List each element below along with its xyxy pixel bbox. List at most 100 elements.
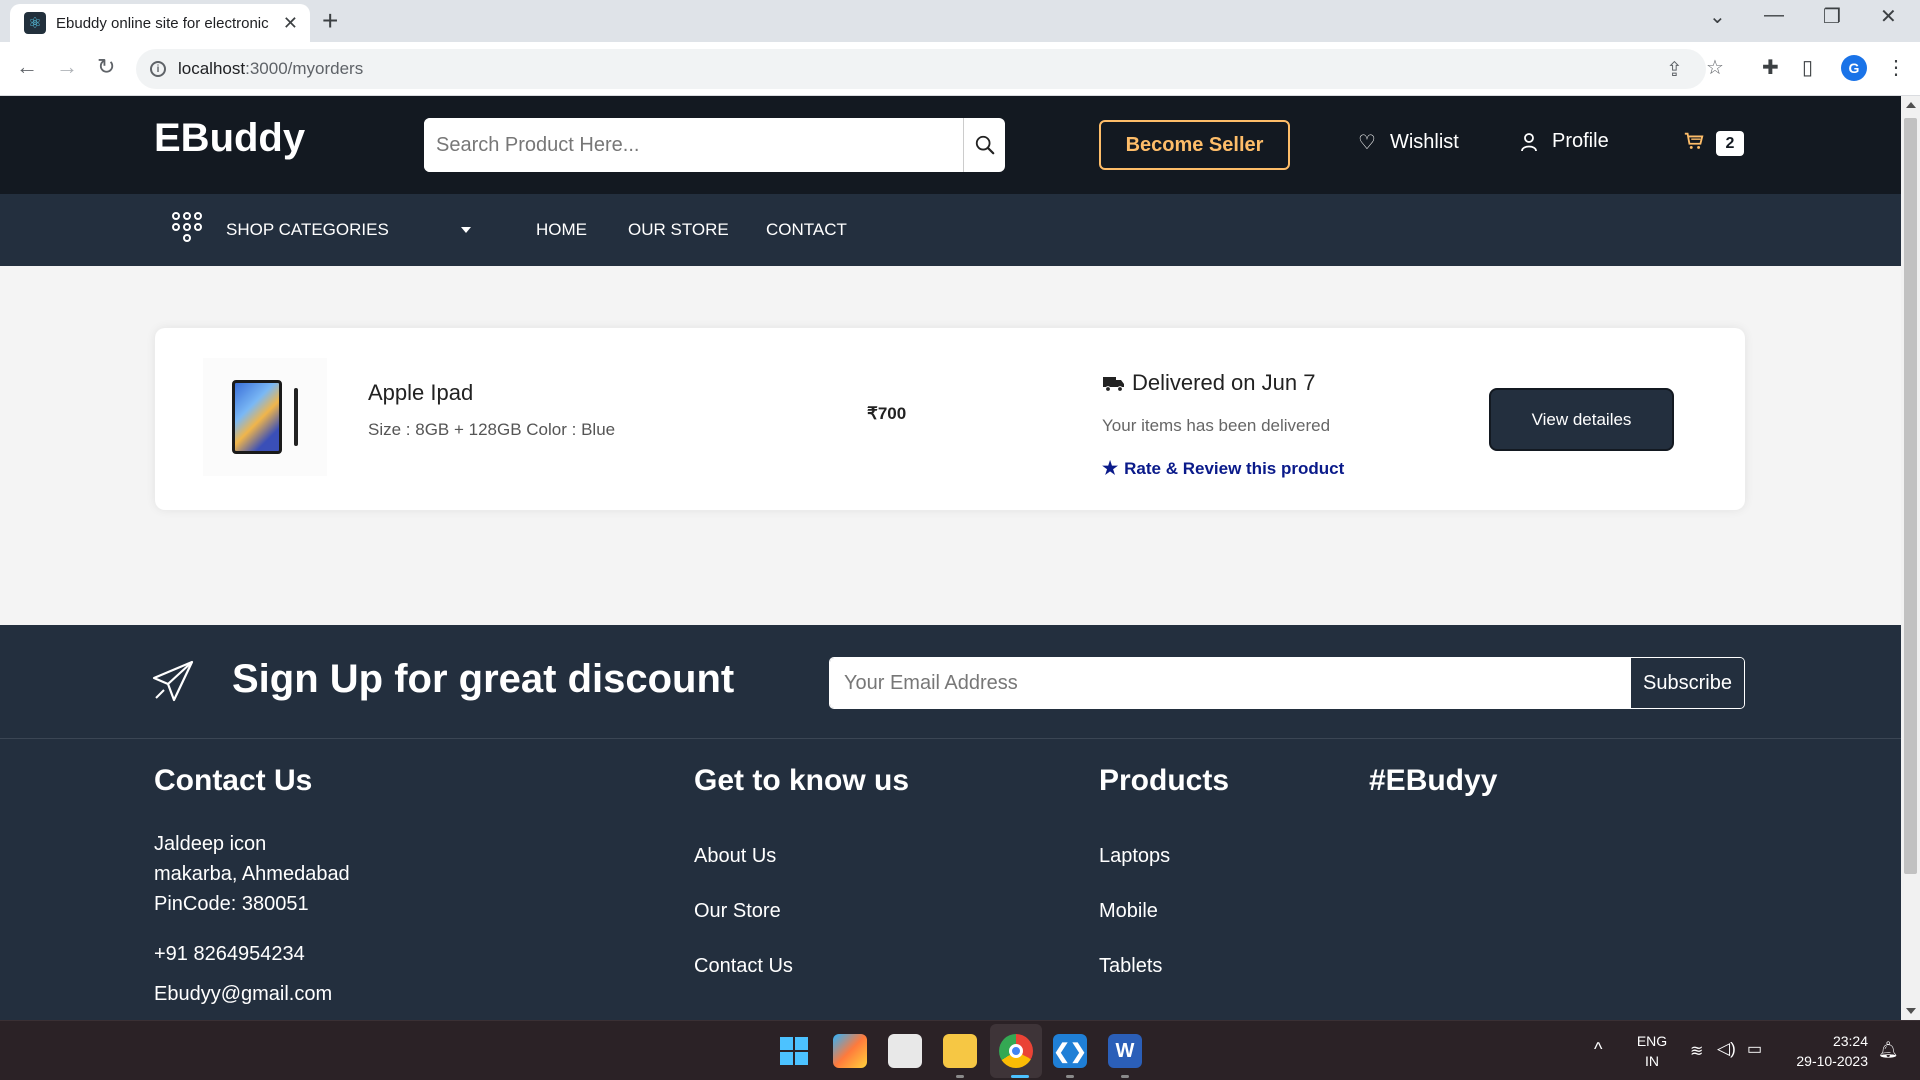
notification-bell-icon[interactable]: 🔔︎ xyxy=(1878,1040,1898,1060)
lang-line-2: IN xyxy=(1645,1053,1659,1069)
email-input[interactable] xyxy=(830,658,1630,708)
url-host: localhost xyxy=(178,59,246,78)
categories-grid-icon[interactable] xyxy=(172,212,204,248)
delivery-title: Delivered on Jun 7 xyxy=(1132,370,1316,395)
nav-link-our-store[interactable]: OUR STORE xyxy=(628,220,729,240)
restore-icon[interactable]: ❐ xyxy=(1823,4,1841,29)
close-tab-icon[interactable]: ✕ xyxy=(283,13,298,34)
user-icon xyxy=(1521,132,1537,151)
task-view-icon[interactable] xyxy=(888,1034,922,1068)
tab-title: Ebuddy online site for electronic xyxy=(56,14,269,32)
reload-icon[interactable]: ↻ xyxy=(97,54,115,80)
extensions-icon[interactable]: ✚ xyxy=(1762,55,1779,80)
scroll-up-icon[interactable] xyxy=(1906,102,1916,108)
shop-categories-dropdown[interactable]: SHOP CATEGORIES xyxy=(226,220,389,240)
minimize-icon[interactable]: — xyxy=(1764,4,1784,27)
battery-icon[interactable]: ▭ xyxy=(1747,1039,1762,1059)
nav-link-contact[interactable]: CONTACT xyxy=(766,220,847,240)
back-icon[interactable]: ← xyxy=(16,54,38,80)
order-card: Apple Ipad Size : 8GB + 128GB Color : Bl… xyxy=(155,328,1745,510)
react-favicon-icon: ⚛ xyxy=(24,12,46,34)
become-seller-button[interactable]: Become Seller xyxy=(1099,120,1290,170)
clock-time: 23:24 xyxy=(1832,1033,1868,1049)
phone-link[interactable]: +91 8264954234 xyxy=(154,939,305,969)
chrome-icon[interactable] xyxy=(999,1034,1033,1068)
profile-link[interactable]: Profile xyxy=(1520,130,1609,153)
footer-hashtag-heading: #EBudyy xyxy=(1369,764,1498,797)
chrome-running-indicator xyxy=(1011,1075,1029,1078)
close-window-icon[interactable]: ✕ xyxy=(1880,4,1897,29)
word-icon[interactable]: W xyxy=(1108,1034,1142,1068)
footer-link-mobile[interactable]: Mobile xyxy=(1099,900,1158,923)
star-icon: ★ xyxy=(1102,458,1119,478)
language-indicator[interactable]: ENG IN xyxy=(1636,1031,1668,1071)
cart-count-badge[interactable]: 2 xyxy=(1716,131,1744,156)
footer-link-our-store[interactable]: Our Store xyxy=(694,900,781,923)
tablet-image xyxy=(232,380,282,454)
side-panel-icon[interactable]: ▯ xyxy=(1802,55,1813,80)
newsletter-title: Sign Up for great discount xyxy=(232,657,735,701)
address-line-3: PinCode: 380051 xyxy=(154,893,309,915)
footer-know-us-heading: Get to know us xyxy=(694,764,910,797)
page-viewport: EBuddy Become Seller ♡ Wishlist Profile … xyxy=(0,96,1901,1020)
profile-avatar[interactable]: G xyxy=(1841,55,1867,81)
search-icon xyxy=(975,135,994,155)
page-scrollbar[interactable] xyxy=(1901,96,1920,1020)
site-info-icon[interactable]: i xyxy=(150,61,166,77)
scroll-down-icon[interactable] xyxy=(1906,1008,1916,1014)
copilot-icon[interactable] xyxy=(833,1034,867,1068)
footer-link-contact-us[interactable]: Contact Us xyxy=(694,955,793,978)
system-clock[interactable]: 23:24 29-10-2023 xyxy=(1786,1031,1868,1071)
address-bar[interactable]: i localhost:3000/myorders ⇪ ☆ xyxy=(136,49,1724,89)
lang-line-1: ENG xyxy=(1636,1033,1668,1049)
nav-link-home[interactable]: HOME xyxy=(536,220,587,240)
address-line-2: makarba, Ahmedabad xyxy=(154,863,350,885)
menu-kebab-icon[interactable]: ⋮ xyxy=(1886,55,1906,80)
truck-icon xyxy=(1103,377,1124,392)
site-footer: Contact Us Jaldeep icon makarba, Ahmedab… xyxy=(0,739,1901,1020)
browser-tab-strip: ⚛ Ebuddy online site for electronic ✕ + … xyxy=(0,0,1920,42)
stylus-image xyxy=(294,388,298,446)
newsletter-section: Sign Up for great discount Subscribe xyxy=(0,625,1901,739)
search-input[interactable] xyxy=(424,118,963,172)
vscode-icon[interactable]: ❮❯ xyxy=(1053,1034,1087,1068)
cart-icon[interactable] xyxy=(1683,130,1705,152)
volume-icon[interactable]: ◁) xyxy=(1717,1039,1736,1059)
footer-link-tablets[interactable]: Tablets xyxy=(1099,955,1162,978)
search-button[interactable] xyxy=(963,118,1005,172)
product-specs: Size : 8GB + 128GB Color : Blue xyxy=(368,420,616,439)
newsletter-form: Subscribe xyxy=(829,657,1745,709)
tab-search-icon[interactable]: ⌄ xyxy=(1709,4,1726,29)
product-price: ₹700 xyxy=(867,404,907,423)
search-bar xyxy=(424,118,1005,172)
heart-icon: ♡ xyxy=(1358,132,1376,154)
view-details-button[interactable]: View detailes xyxy=(1489,388,1674,451)
wishlist-link[interactable]: ♡ Wishlist xyxy=(1358,130,1459,155)
new-tab-icon[interactable]: + xyxy=(322,6,338,36)
product-image[interactable] xyxy=(203,358,327,476)
footer-link-about-us[interactable]: About Us xyxy=(694,845,776,868)
file-explorer-icon[interactable] xyxy=(943,1034,977,1068)
chevron-up-icon[interactable]: ^ xyxy=(1594,1039,1602,1060)
wifi-icon[interactable]: ≋ xyxy=(1690,1041,1703,1061)
profile-label: Profile xyxy=(1552,130,1609,152)
wishlist-label: Wishlist xyxy=(1389,131,1459,153)
bookmark-star-icon[interactable]: ☆ xyxy=(1706,55,1724,80)
delivery-status: Delivered on Jun 7 xyxy=(1102,370,1315,396)
browser-toolbar: ← → ↻ i localhost:3000/myorders ⇪ ☆ ✚ ▯ … xyxy=(0,42,1920,96)
rate-review-link[interactable]: ★ Rate & Review this product xyxy=(1102,458,1344,479)
footer-products-heading: Products xyxy=(1099,764,1230,797)
email-link[interactable]: Ebudyy@gmail.com xyxy=(154,979,332,1009)
share-icon[interactable]: ⇪ xyxy=(1666,57,1683,82)
subscribe-button[interactable]: Subscribe xyxy=(1630,658,1744,708)
rate-review-label: Rate & Review this product xyxy=(1124,458,1345,478)
browser-tab[interactable]: ⚛ Ebuddy online site for electronic ✕ xyxy=(10,4,310,42)
product-name[interactable]: Apple Ipad xyxy=(368,380,473,406)
windows-start-icon[interactable] xyxy=(777,1034,811,1068)
site-header: EBuddy Become Seller ♡ Wishlist Profile … xyxy=(0,96,1901,194)
footer-link-laptops[interactable]: Laptops xyxy=(1099,845,1170,868)
forward-icon[interactable]: → xyxy=(56,54,78,80)
scroll-thumb[interactable] xyxy=(1904,118,1917,874)
caret-down-icon[interactable] xyxy=(461,227,471,233)
site-logo[interactable]: EBuddy xyxy=(154,116,305,161)
